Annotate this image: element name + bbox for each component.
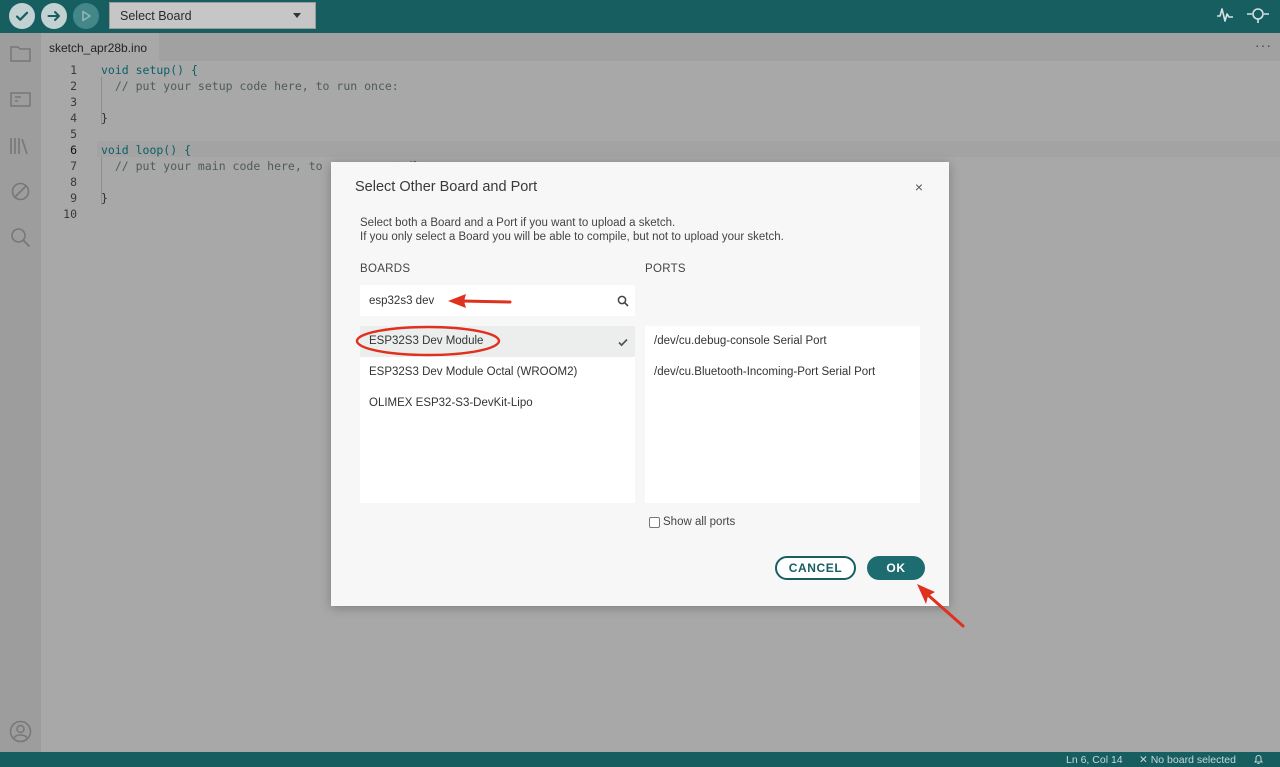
check-icon	[618, 338, 628, 347]
upload-button[interactable]	[41, 3, 67, 29]
board-search	[360, 285, 635, 316]
chevron-down-icon	[293, 13, 301, 18]
code-line: void loop() {	[101, 143, 192, 157]
line-number: 8	[70, 175, 77, 189]
search-icon[interactable]	[8, 225, 33, 250]
upload-icon	[47, 11, 60, 21]
cancel-button[interactable]: CANCEL	[775, 556, 856, 580]
port-item[interactable]: /dev/cu.Bluetooth-Incoming-Port Serial P…	[645, 357, 920, 388]
current-line-highlight	[97, 141, 1280, 157]
board-item-label: ESP32S3 Dev Module	[369, 335, 484, 347]
debug-sidebar-icon[interactable]	[8, 179, 33, 204]
board-search-input[interactable]	[360, 285, 610, 316]
status-bar: Ln 6, Col 14 ✕ No board selected	[0, 752, 1280, 767]
dialog-title: Select Other Board and Port	[355, 179, 538, 195]
board-select-label: Select Board	[120, 9, 192, 23]
more-tabs-icon[interactable]: ···	[1255, 37, 1272, 53]
bell-icon[interactable]	[1253, 754, 1264, 765]
ports-heading: PORTS	[645, 263, 686, 275]
code-line: }	[101, 111, 108, 125]
line-number: 2	[70, 79, 77, 93]
serial-monitor-icon[interactable]	[1246, 5, 1270, 25]
tab-sketch[interactable]: sketch_apr28b.ino	[41, 33, 159, 61]
tab-bar: sketch_apr28b.ino ···	[41, 33, 1280, 61]
show-all-ports[interactable]: Show all ports	[649, 516, 735, 528]
line-number: 5	[70, 127, 77, 141]
description-line: If you only select a Board you will be a…	[360, 231, 784, 243]
ok-button[interactable]: OK	[867, 556, 925, 580]
board-item[interactable]: ESP32S3 Dev Module	[360, 326, 635, 357]
board-select[interactable]: Select Board	[109, 2, 316, 29]
show-all-ports-checkbox[interactable]	[649, 516, 660, 528]
verify-icon	[15, 11, 29, 21]
line-number: 3	[70, 95, 77, 109]
show-all-ports-label: Show all ports	[663, 516, 736, 528]
debug-button[interactable]	[73, 3, 99, 29]
search-icon	[617, 295, 629, 307]
boards-heading: BOARDS	[360, 263, 411, 275]
board-status[interactable]: ✕ No board selected	[1139, 754, 1236, 766]
close-icon[interactable]: ×	[915, 179, 923, 195]
profile-icon[interactable]	[8, 719, 33, 744]
code-line: void setup() {	[101, 63, 198, 77]
board-item[interactable]: OLIMEX ESP32-S3-DevKit-Lipo	[360, 388, 635, 419]
code-line: }	[101, 191, 108, 205]
line-number: 7	[70, 159, 77, 173]
description-line: Select both a Board and a Port if you wa…	[360, 217, 676, 229]
cursor-position: Ln 6, Col 14	[1066, 754, 1123, 766]
ports-list: /dev/cu.debug-console Serial Port /dev/c…	[645, 326, 920, 503]
board-item[interactable]: ESP32S3 Dev Module Octal (WROOM2)	[360, 357, 635, 388]
line-number: 9	[70, 191, 77, 205]
select-board-dialog: Select Other Board and Port × Select bot…	[331, 162, 949, 606]
code-line: // put your setup code here, to run once…	[101, 79, 399, 93]
board-item-label: OLIMEX ESP32-S3-DevKit-Lipo	[369, 397, 533, 409]
sketchbook-icon[interactable]	[8, 41, 33, 66]
sidebar	[0, 33, 41, 752]
dialog-description: Select both a Board and a Port if you wa…	[360, 216, 784, 244]
line-number: 10	[63, 207, 77, 221]
line-number: 6	[70, 143, 77, 157]
line-number: 4	[70, 111, 77, 125]
debug-icon	[82, 10, 91, 22]
port-item[interactable]: /dev/cu.debug-console Serial Port	[645, 326, 920, 357]
line-number: 1	[70, 63, 77, 77]
board-item-label: ESP32S3 Dev Module Octal (WROOM2)	[369, 366, 578, 378]
toolbar: Select Board	[0, 0, 1280, 33]
boards-list: ESP32S3 Dev Module ESP32S3 Dev Module Oc…	[360, 326, 635, 503]
verify-button[interactable]	[9, 3, 35, 29]
boards-manager-icon[interactable]	[8, 87, 33, 112]
serial-plotter-icon[interactable]	[1215, 5, 1235, 25]
library-manager-icon[interactable]	[8, 133, 33, 158]
